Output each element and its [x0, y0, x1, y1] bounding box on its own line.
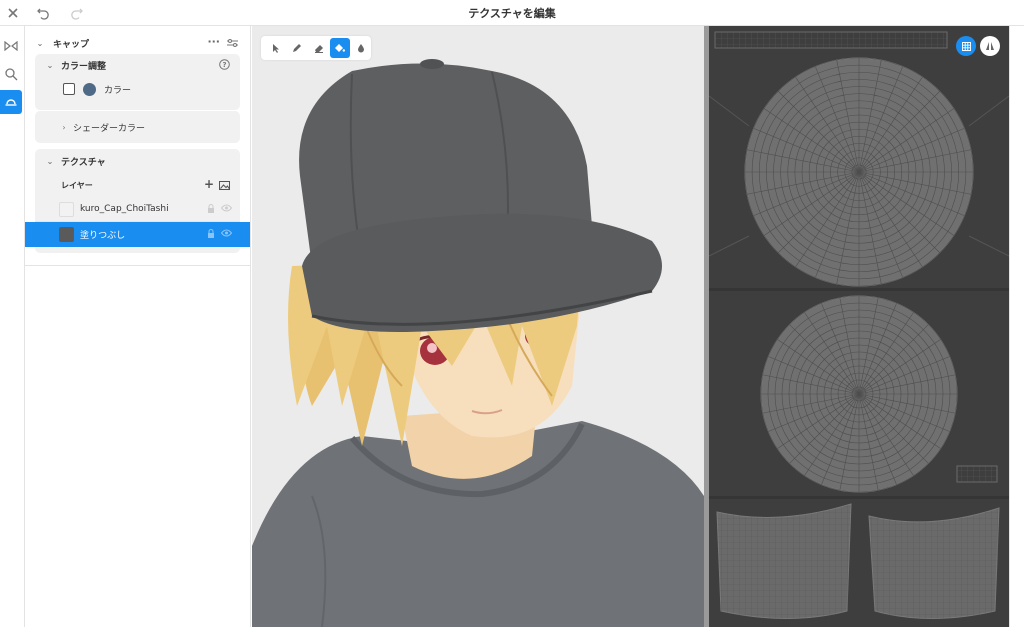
svg-text:?: ? — [222, 61, 226, 69]
grid-icon — [961, 41, 971, 51]
bowtie-icon — [4, 41, 18, 51]
color-swatch[interactable] — [83, 82, 96, 96]
right-inspector-edge — [1009, 26, 1024, 627]
color-adjust-header[interactable]: ⌄ カラー調整 ? — [35, 54, 240, 76]
eye-icon[interactable] — [221, 229, 232, 237]
color-checkbox[interactable] — [63, 83, 75, 95]
paint-toolbar — [261, 36, 371, 60]
image-icon[interactable] — [219, 180, 230, 190]
mirror-icon — [986, 42, 994, 50]
paint-bucket-icon — [335, 44, 346, 52]
uv-layout — [709, 31, 1009, 619]
texture-card: ⌄ テクスチャ レイヤー + kuro_Cap_ChoiTashi 塗りつぶし — [25, 149, 250, 253]
color-adjust-card: ⌄ カラー調整 ? カラー — [35, 54, 240, 110]
eraser-tool[interactable] — [309, 38, 328, 58]
drop-icon — [358, 44, 365, 53]
avatar-render[interactable] — [252, 26, 704, 627]
top-bar: テクスチャを編集 — [0, 0, 1024, 26]
page-title: テクスチャを編集 — [468, 7, 556, 20]
grid-toggle-button[interactable] — [956, 36, 976, 56]
search-tool-button[interactable] — [0, 62, 22, 86]
color-row: カラー — [35, 76, 240, 102]
layer-name: kuro_Cap_ChoiTashi — [80, 204, 169, 214]
add-layer-icon[interactable]: + — [204, 177, 214, 191]
uv-texture-view[interactable] — [709, 26, 1009, 627]
hat-icon — [5, 99, 17, 106]
color-adjust-title: カラー調整 — [61, 61, 107, 72]
shader-color-card[interactable]: › シェーダーカラー — [35, 111, 240, 143]
cap-section-header[interactable]: ⌄ キャップ ··· — [25, 32, 250, 54]
panel-divider — [25, 265, 250, 266]
3d-viewport[interactable] — [252, 26, 704, 627]
chevron-down-icon: ⌄ — [46, 60, 54, 70]
layer-row-0[interactable]: kuro_Cap_ChoiTashi — [35, 197, 240, 222]
texture-header[interactable]: ⌄ テクスチャ — [35, 149, 240, 173]
layer-thumbnail — [59, 227, 74, 242]
color-label: カラー — [104, 85, 132, 96]
layers-header: レイヤー + — [35, 173, 240, 197]
hat-tool-button[interactable] — [0, 90, 22, 114]
bone-tool-button[interactable] — [0, 34, 22, 58]
help-icon[interactable]: ? — [219, 59, 230, 70]
layer-thumbnail — [59, 201, 74, 217]
select-tool[interactable] — [266, 38, 285, 58]
mirror-toggle-button[interactable] — [980, 36, 1000, 56]
fill-tool[interactable] — [330, 38, 350, 58]
chevron-down-icon: ⌄ — [36, 38, 44, 48]
chevron-down-icon: ⌄ — [46, 156, 54, 166]
layer-row-1[interactable]: 塗りつぶし — [25, 222, 250, 247]
chevron-right-icon: › — [62, 122, 66, 132]
section-title: キャップ — [53, 39, 90, 50]
more-icon[interactable]: ··· — [207, 35, 220, 48]
lock-icon[interactable] — [207, 204, 215, 214]
shader-color-label: シェーダーカラー — [73, 123, 146, 134]
shader-color-header[interactable]: › シェーダーカラー — [35, 111, 240, 143]
pen-tool[interactable] — [287, 38, 306, 58]
cursor-icon — [272, 43, 279, 53]
left-rail — [0, 26, 25, 627]
dropper-tool[interactable] — [352, 38, 371, 58]
eye-icon[interactable] — [221, 204, 232, 212]
eraser-icon — [314, 45, 323, 53]
texture-title: テクスチャ — [61, 157, 106, 168]
properties-panel: ⌄ キャップ ··· ⌄ カラー調整 ? カラー › シェーダーカラー ⌄ テク… — [25, 26, 251, 627]
layers-label: レイヤー — [61, 180, 93, 190]
lock-icon[interactable] — [207, 229, 215, 239]
pen-icon — [293, 44, 302, 52]
magnify-icon — [5, 68, 18, 81]
sliders-icon[interactable] — [227, 38, 238, 48]
layer-name: 塗りつぶし — [80, 231, 126, 241]
